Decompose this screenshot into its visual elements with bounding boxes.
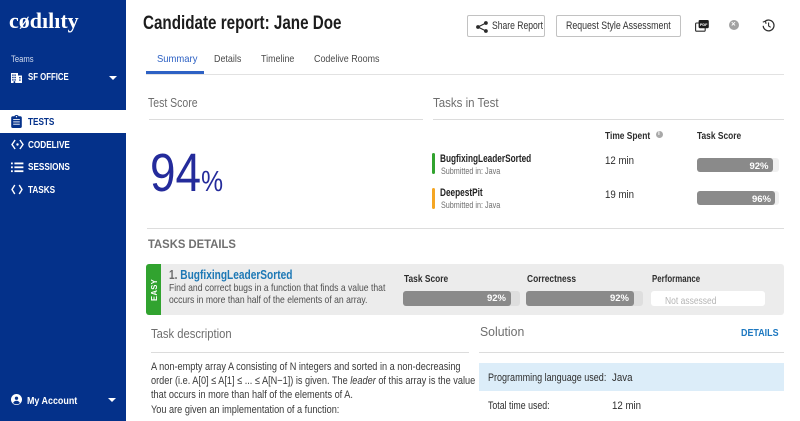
svg-text:PDF: PDF	[700, 22, 708, 26]
